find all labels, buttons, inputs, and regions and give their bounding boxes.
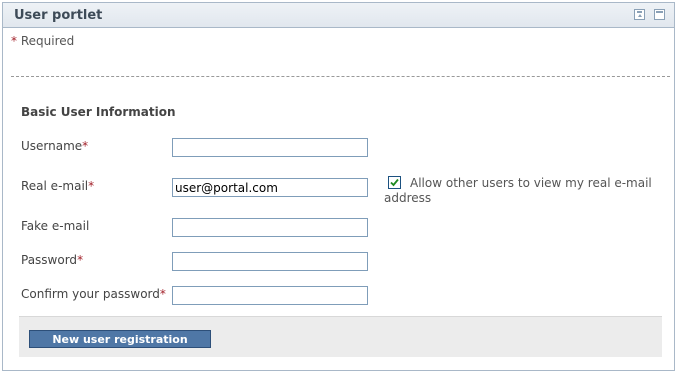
portlet-titlebar: User portlet [3,3,674,28]
required-star: * [82,139,89,153]
fake-email-label: Fake e-mail [21,219,89,233]
required-note: * Required [11,34,74,48]
password-input[interactable] [172,252,368,271]
required-star: * [88,179,95,193]
section-title: Basic User Information [21,105,176,119]
username-label-text: Username [21,139,83,153]
username-label: Username* [21,139,88,153]
user-portlet: User portlet * Required Basic User Infor… [2,2,675,371]
required-star: * [77,253,84,267]
required-star: * [11,34,17,48]
real-email-label-text: Real e-mail [21,179,89,193]
form-footer: New user registration [19,316,662,357]
portlet-title: User portlet [14,8,103,23]
new-user-registration-button[interactable]: New user registration [29,330,211,348]
confirm-password-label: Confirm your password* [21,287,166,301]
fake-email-input[interactable] [172,218,368,237]
maximize-icon[interactable] [654,9,665,20]
username-input[interactable] [172,138,368,157]
registration-form: Basic User Information Username* Real e-… [19,86,662,357]
password-label-text: Password [21,253,78,267]
confirm-password-label-text: Confirm your password [21,287,160,301]
email-visibility-label: Allow other users to view my real e-mail… [384,176,652,205]
password-label: Password* [21,253,83,267]
fake-email-label-text: Fake e-mail [21,219,90,233]
required-text: Required [20,34,75,48]
real-email-input[interactable] [172,178,368,197]
real-email-label: Real e-mail* [21,179,94,193]
confirm-password-input[interactable] [172,286,368,305]
divider [11,76,670,77]
minimize-icon[interactable] [634,9,645,20]
required-star: * [159,287,166,301]
